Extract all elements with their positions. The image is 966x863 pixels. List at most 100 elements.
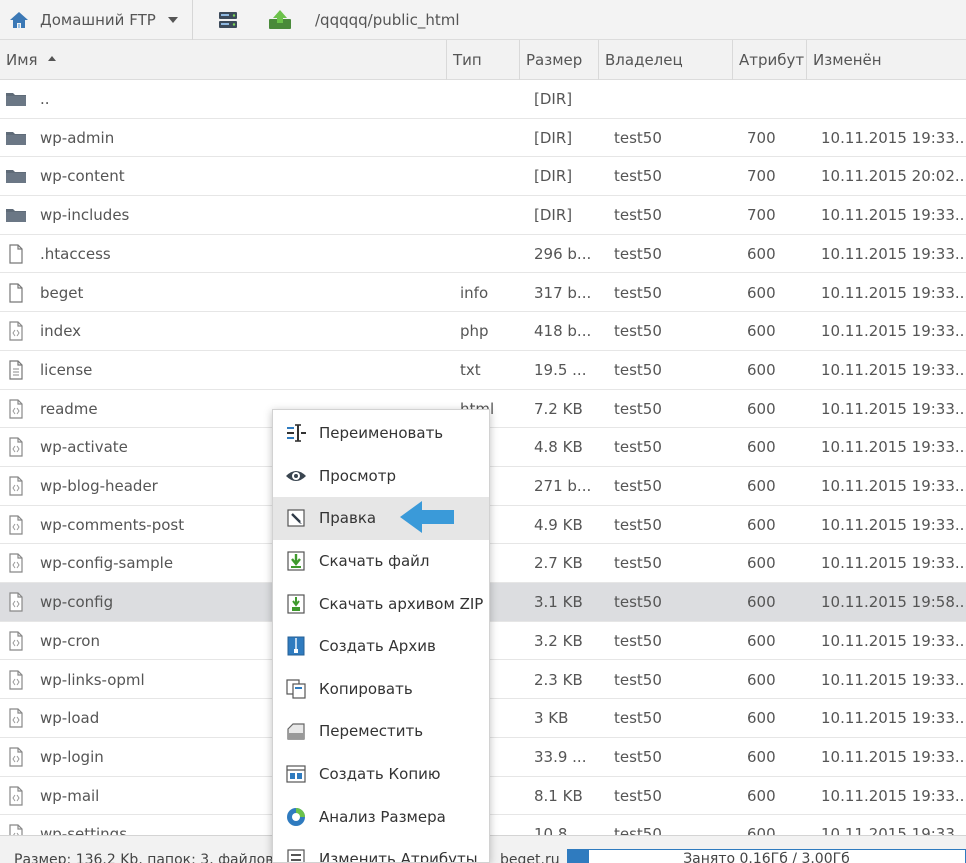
- file-name: beget: [40, 283, 84, 302]
- file-owner: test50: [614, 167, 662, 186]
- menu-item-rename[interactable]: Переименовать: [273, 412, 489, 455]
- file-owner: test50: [614, 709, 662, 728]
- file-owner: test50: [614, 747, 662, 766]
- menu-item-label: Изменить Атрибуты: [319, 850, 478, 863]
- menu-item-move[interactable]: Переместить: [273, 710, 489, 753]
- file-owner: test50: [614, 244, 662, 263]
- file-attr: 700: [747, 206, 776, 225]
- file-type: txt: [460, 360, 481, 379]
- code-file-icon: [5, 708, 27, 728]
- column-name-label: Имя: [6, 51, 38, 69]
- file-type: php: [460, 322, 489, 341]
- menu-item-label: Скачать файл: [319, 552, 430, 571]
- column-type[interactable]: Тип: [447, 40, 520, 80]
- file-size: 7.2 KB: [534, 399, 583, 418]
- status-info: Размер: 136.2 Kb, папок: 3, файлов: [14, 852, 274, 863]
- file-owner: test50: [614, 322, 662, 341]
- status-host: beget.ru: [500, 852, 560, 863]
- file-modified: 10.11.2015 19:33...: [821, 786, 966, 805]
- menu-item-size-analysis[interactable]: Анализ Размера: [273, 795, 489, 838]
- context-menu: Переименовать Просмотр Правка Скачать файл С…: [272, 409, 490, 863]
- file-owner: test50: [614, 477, 662, 495]
- file-modified: 10.11.2015 19:33...: [821, 322, 966, 341]
- zip-download-icon: [285, 593, 307, 615]
- file-type: [460, 235, 520, 273]
- file-name: ..: [40, 90, 50, 108]
- file-attr: 600: [747, 554, 776, 573]
- file-attr: 600: [747, 631, 776, 650]
- file-type: [460, 157, 520, 195]
- toolbar: Домашний FTP /qqqqq/public_html: [0, 0, 966, 40]
- menu-item-eye[interactable]: Просмотр: [273, 455, 489, 498]
- column-attr[interactable]: Атрибут: [733, 40, 807, 80]
- table-row[interactable]: .. [DIR]: [0, 80, 966, 119]
- menu-item-archive[interactable]: Создать Архив: [273, 625, 489, 668]
- file-size: [DIR]: [534, 206, 573, 225]
- download-icon: [285, 550, 307, 572]
- table-row[interactable]: beget info 317 b... test50 600 10.11.2015 19:…: [0, 274, 966, 313]
- file-size: 33.9 ...: [534, 747, 587, 766]
- site-selector[interactable]: Домашний FTP: [0, 0, 193, 40]
- folder-icon: [5, 205, 27, 225]
- file-size: 4.8 KB: [534, 438, 583, 457]
- file-attr: 600: [747, 670, 776, 689]
- file-modified: 10.11.2015 19:33...: [821, 283, 966, 302]
- file-type: [460, 196, 520, 234]
- parent-folder-button[interactable]: [267, 7, 293, 33]
- file-owner: test50: [614, 554, 662, 573]
- table-row[interactable]: wp-admin [DIR] test50 700 10.11.2015 19:33..…: [0, 119, 966, 158]
- file-size: 296 b...: [534, 244, 592, 263]
- menu-item-zip-download[interactable]: Скачать архивом ZIP: [273, 582, 489, 625]
- menu-item-download[interactable]: Скачать файл: [273, 540, 489, 583]
- file-modified: 10.11.2015 19:33...: [821, 515, 966, 534]
- menu-item-attributes[interactable]: Изменить Атрибуты: [273, 838, 489, 863]
- file-attr: 600: [747, 360, 776, 379]
- server-button[interactable]: [215, 7, 241, 33]
- menu-item-copy[interactable]: Копировать: [273, 668, 489, 711]
- file-attr: 600: [747, 747, 776, 766]
- menu-item-duplicate[interactable]: Создать Копию: [273, 753, 489, 796]
- code-file-icon: [5, 515, 27, 535]
- column-modified[interactable]: Изменён: [807, 40, 966, 80]
- table-row[interactable]: wp-includes [DIR] test50 700 10.11.2015 19:3…: [0, 196, 966, 235]
- file-modified: 10.11.2015 19:33...: [821, 554, 966, 573]
- menu-item-edit[interactable]: Правка: [273, 497, 489, 540]
- file-size: 418 b...: [534, 322, 592, 341]
- site-label: Домашний FTP: [40, 10, 156, 29]
- eye-icon: [285, 465, 307, 487]
- menu-item-label: Копировать: [319, 679, 413, 698]
- home-icon: [10, 11, 28, 28]
- file-owner: test50: [614, 786, 662, 805]
- code-file-icon: [5, 592, 27, 612]
- file-attr: 600: [747, 244, 776, 263]
- table-row[interactable]: index php 418 b... test50 600 10.11.2015 19:3…: [0, 312, 966, 351]
- file-attr: 600: [747, 786, 776, 805]
- file-attr: 600: [747, 825, 776, 835]
- column-owner[interactable]: Владелец: [599, 40, 733, 80]
- file-name: wp-admin: [40, 128, 115, 147]
- table-row[interactable]: license txt 19.5 ... test50 600 10.11.2015 19…: [0, 351, 966, 390]
- file-owner: test50: [614, 399, 662, 418]
- menu-item-label: Правка: [319, 509, 377, 528]
- table-row[interactable]: wp-content [DIR] test50 700 10.11.2015 20:02…: [0, 157, 966, 197]
- file-modified: 10.11.2015 19:58...: [821, 593, 966, 612]
- file-attr: 600: [747, 709, 776, 728]
- file-owner: test50: [614, 515, 662, 534]
- code-file-icon: [5, 747, 27, 767]
- menu-item-label: Скачать архивом ZIP: [319, 594, 484, 613]
- server-icon: [219, 11, 237, 28]
- code-file-icon: [5, 785, 27, 806]
- file-attr: [747, 80, 807, 118]
- table-row[interactable]: .htaccess 296 b... test50 600 10.11.2015 19:…: [0, 235, 966, 274]
- archive-icon: [285, 635, 307, 657]
- file-list-header: Имя Тип Размер Владелец Атрибут Изменён: [0, 40, 966, 80]
- column-size[interactable]: Размер: [520, 40, 599, 80]
- file-owner: test50: [614, 593, 662, 612]
- column-name[interactable]: Имя: [0, 40, 447, 80]
- file-size: 3 KB: [534, 709, 569, 728]
- file-modified: 10.11.2015 19:33...: [821, 709, 966, 728]
- code-file-icon: [5, 553, 27, 573]
- file-modified: 10.11.2015 19:33...: [821, 631, 966, 650]
- column-modified-label: Изменён: [813, 51, 882, 69]
- code-file-icon: [5, 669, 27, 690]
